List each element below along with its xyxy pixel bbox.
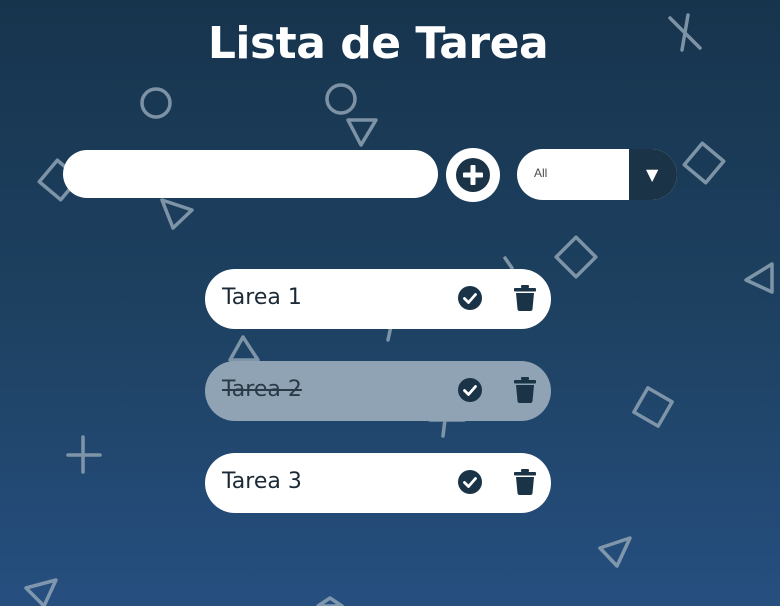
- todo-text: Tarea 3: [222, 469, 302, 494]
- trash-icon[interactable]: [514, 469, 536, 495]
- chevron-down-icon: ▼: [646, 165, 659, 184]
- square-shape: [554, 235, 598, 279]
- filter-select[interactable]: All ▼: [517, 149, 677, 200]
- todo-item-completed: Tarea 2: [205, 361, 551, 421]
- cross-shape: [66, 435, 102, 474]
- todo-text: Tarea 1: [222, 285, 302, 310]
- triangle-shape: [346, 118, 378, 147]
- page-title: Lista de Tarea: [207, 18, 549, 69]
- square-shape: [632, 386, 674, 428]
- line-fragment: [503, 256, 514, 270]
- add-task-button[interactable]: [446, 148, 500, 202]
- triangle-shape: [160, 198, 194, 230]
- trash-icon[interactable]: [514, 285, 536, 311]
- check-icon[interactable]: [458, 470, 482, 494]
- task-input[interactable]: [63, 150, 438, 198]
- filter-dropdown-button[interactable]: ▼: [629, 149, 677, 200]
- triangle-shape: [598, 536, 632, 568]
- plus-circle-icon: [456, 158, 490, 192]
- trash-icon[interactable]: [514, 377, 536, 403]
- circle-shape: [325, 83, 357, 115]
- triangle-shape: [24, 578, 58, 606]
- triangle-shape: [228, 335, 260, 362]
- todo-item: Tarea 3: [205, 453, 551, 513]
- circle-shape: [140, 87, 172, 119]
- filter-selected-value: All: [534, 166, 548, 180]
- triangle-shape: [744, 262, 774, 294]
- check-icon[interactable]: [458, 378, 482, 402]
- square-shape: [682, 141, 726, 185]
- todo-text: Tarea 2: [222, 377, 302, 402]
- todo-item: Tarea 1: [205, 269, 551, 329]
- check-icon[interactable]: [458, 286, 482, 310]
- triangle-shape: [316, 596, 344, 606]
